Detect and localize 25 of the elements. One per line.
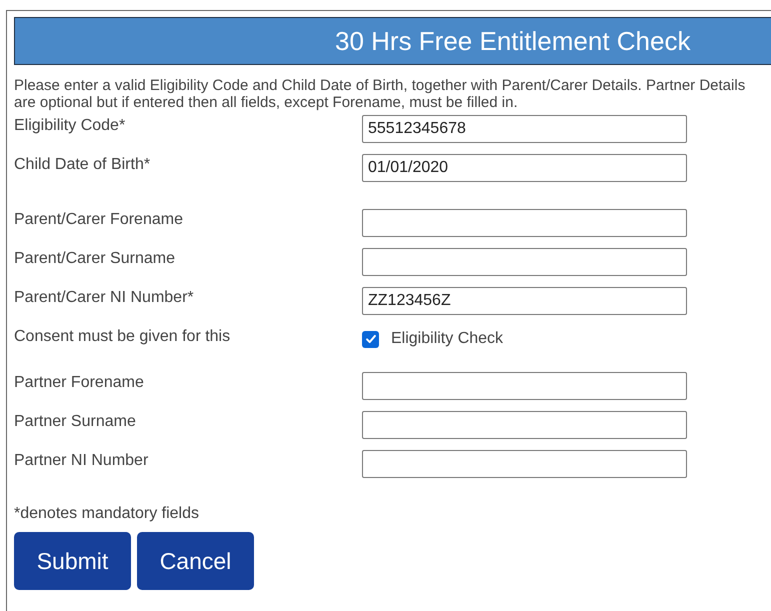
input-field[interactable] [362, 411, 687, 439]
field-label: Parent/Carer Forename [14, 210, 184, 229]
field-label: Consent must be given for this [14, 327, 232, 346]
field-label: Parent/Carer NI Number* [14, 288, 195, 307]
input-field[interactable] [362, 450, 687, 478]
field-label: Parent/Carer Surname [14, 249, 176, 268]
input-field[interactable] [362, 248, 687, 276]
input-field[interactable]: 55512345678 [362, 115, 687, 143]
field-label: Partner NI Number [14, 451, 150, 470]
page-title: 30 Hrs Free Entitlement Check [335, 26, 690, 56]
field-label: Partner Surname [14, 412, 137, 431]
field-label: Partner Forename [14, 373, 145, 392]
field-label: Eligibility Code* [14, 116, 126, 135]
form-button[interactable]: Submit [14, 532, 131, 590]
input-field[interactable] [362, 209, 687, 237]
input-field[interactable] [362, 372, 687, 400]
instructions-text: Please enter a valid Eligibility Code and Child Date of Birth, together with Parent/Carer Details. Partner Details are optional but if entered then all fields, except Forename, must be filled in. [14, 77, 746, 111]
input-field[interactable]: 01/01/2020 [362, 154, 687, 182]
checkmark-icon [364, 332, 378, 346]
field-label: Child Date of Birth* [14, 155, 152, 174]
checkbox[interactable] [362, 330, 379, 348]
checkbox-label: Eligibility Check [391, 330, 504, 348]
mandatory-note: *denotes mandatory fields [14, 505, 200, 523]
form-button[interactable]: Cancel [137, 532, 254, 590]
input-field[interactable]: ZZ123456Z [362, 287, 687, 315]
